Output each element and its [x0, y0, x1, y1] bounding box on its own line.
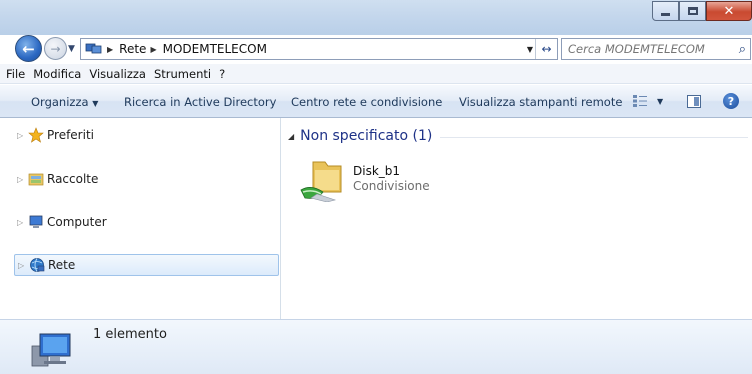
computer-icon: [29, 215, 43, 228]
chevron-right-icon[interactable]: ▶: [107, 45, 113, 54]
help-icon[interactable]: ?: [723, 93, 739, 109]
expand-icon[interactable]: ▷: [17, 131, 25, 140]
maximize-button[interactable]: [679, 1, 706, 21]
nav-label-favorites: Preferiti: [47, 128, 94, 142]
menu-help[interactable]: ?: [219, 67, 225, 81]
expand-icon[interactable]: ▷: [18, 261, 26, 270]
chevron-down-icon: ▼: [92, 99, 99, 108]
organize-button[interactable]: Organizza ▼: [31, 95, 98, 109]
view-dropdown-icon[interactable]: ▼: [657, 97, 663, 106]
menu-strumenti[interactable]: Strumenti: [154, 67, 211, 81]
organize-label: Organizza: [31, 95, 89, 109]
network-globe-icon: [30, 258, 45, 272]
menu-visualizza[interactable]: Visualizza: [89, 67, 146, 81]
network-icon: [85, 43, 102, 54]
network-center-button[interactable]: Centro rete e condivisione: [291, 95, 442, 109]
group-label: Non specificato (1): [300, 128, 433, 144]
star-icon: [28, 127, 44, 143]
menu-modifica[interactable]: Modifica: [33, 67, 81, 81]
nav-item-libraries[interactable]: ▷ Raccolte: [17, 168, 278, 190]
libraries-icon: [28, 173, 44, 186]
caption-buttons: ✕: [652, 1, 752, 21]
navigation-pane: ▷ Preferiti ▷ Raccolte ▷ Computer ▷ Rete: [0, 118, 281, 319]
group-header[interactable]: ◢ Non specificato (1): [288, 128, 748, 144]
expand-icon[interactable]: ▷: [17, 218, 25, 227]
navigation-row: ← → ▼ ▶ Rete ▶ MODEMTELECOM ▼ ↔ ⌕: [0, 34, 752, 63]
nav-label-computer: Computer: [47, 215, 107, 229]
ad-search-button[interactable]: Ricerca in Active Directory: [124, 95, 276, 109]
arrow-left-icon: ←: [22, 39, 35, 58]
computer-icon: [31, 333, 71, 367]
refresh-icon: ↔: [541, 42, 552, 56]
arrow-right-icon: →: [50, 41, 61, 56]
search-input[interactable]: [568, 42, 728, 56]
search-icon[interactable]: ⌕: [739, 42, 746, 57]
history-dropdown-icon[interactable]: ▼: [68, 44, 75, 54]
item-name: Disk_b1: [353, 164, 401, 178]
address-dropdown-icon[interactable]: ▼: [527, 45, 533, 54]
address-bar[interactable]: ▶ Rete ▶ MODEMTELECOM ▼ ↔: [80, 38, 558, 60]
nav-item-computer[interactable]: ▷ Computer: [17, 211, 278, 233]
chevron-right-icon[interactable]: ▶: [150, 45, 156, 54]
breadcrumb-rete[interactable]: Rete: [119, 42, 146, 56]
close-button[interactable]: ✕: [706, 1, 752, 21]
refresh-button[interactable]: ↔: [535, 39, 557, 59]
title-bar: ✕: [0, 0, 752, 35]
details-pane: 1 elemento: [0, 319, 752, 374]
nav-item-network[interactable]: ▷ Rete: [14, 254, 279, 276]
item-type: Condivisione: [353, 179, 430, 193]
command-bar: Organizza ▼ Ricerca in Active Directory …: [0, 85, 752, 118]
group-divider: [440, 136, 748, 138]
close-icon: ✕: [723, 3, 735, 19]
forward-button[interactable]: →: [44, 37, 67, 60]
menu-bar: File Modifica Visualizza Strumenti ?: [0, 64, 752, 84]
preview-pane-icon[interactable]: [687, 95, 701, 108]
back-button[interactable]: ←: [15, 35, 42, 62]
list-item[interactable]: Disk_b1 Condivisione: [299, 156, 519, 206]
minimize-button[interactable]: [652, 1, 679, 21]
remote-printers-button[interactable]: Visualizza stampanti remote: [459, 95, 622, 109]
maximize-icon: [687, 7, 698, 15]
content-pane: ◢ Non specificato (1) Disk_b1 Condivisio…: [282, 118, 752, 319]
menu-file[interactable]: File: [6, 67, 25, 81]
nav-label-network: Rete: [48, 258, 76, 272]
expand-icon[interactable]: ▷: [17, 175, 25, 184]
collapse-icon[interactable]: ◢: [288, 132, 294, 141]
item-count: 1 elemento: [93, 327, 167, 342]
minimize-icon: [661, 12, 670, 16]
search-box: ⌕: [561, 38, 751, 60]
shared-folder-icon: [300, 161, 342, 202]
view-options-icon[interactable]: [633, 95, 647, 107]
nav-label-libraries: Raccolte: [47, 172, 99, 186]
breadcrumb-modemtelecom[interactable]: MODEMTELECOM: [163, 42, 267, 56]
nav-item-favorites[interactable]: ▷ Preferiti: [17, 124, 278, 146]
